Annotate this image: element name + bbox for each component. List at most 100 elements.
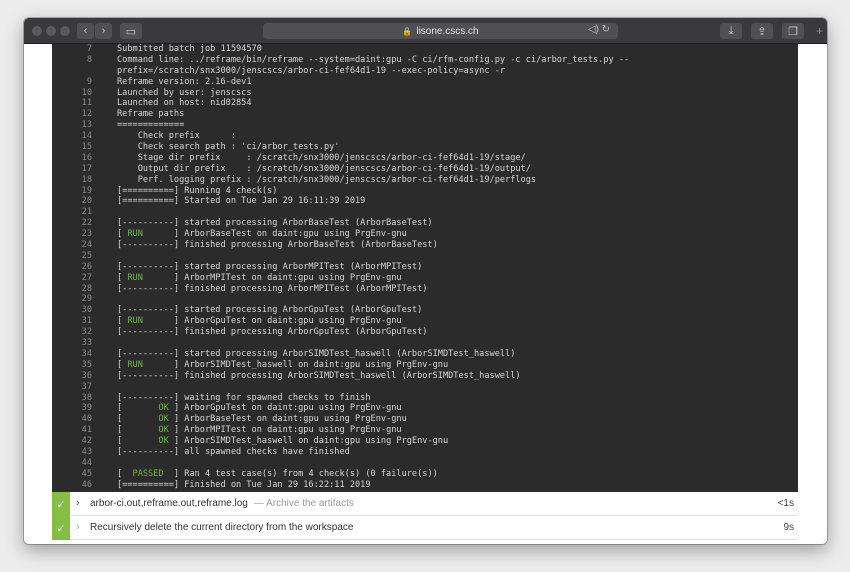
line-number: 8: [86, 54, 92, 65]
console-line: 11 Launched on host: nid02854: [52, 98, 798, 109]
step-delete-workspace[interactable]: ✓ › Recursively delete the current direc…: [52, 516, 798, 540]
forward-button[interactable]: ›: [95, 23, 112, 39]
console-text-part: [----------] finished processing ArborSI…: [117, 370, 521, 381]
console-text: prefix=/scratch/snx3000/jenscscs/arbor-c…: [117, 66, 505, 77]
line-number: 29: [81, 294, 92, 305]
step-archive-artifacts[interactable]: ✓ › arbor-ci.out,reframe.out,reframe.log…: [52, 492, 798, 516]
line-number: 24: [81, 240, 92, 251]
console-line: 20 [==========] Started on Tue Jan 29 16:…: [52, 196, 798, 207]
console-text-part: [: [117, 414, 159, 425]
console-line: 8 Command line: ../reframe/bin/reframe --…: [52, 55, 798, 66]
chevron-right-icon[interactable]: ›: [76, 521, 80, 533]
console-text: Reframe paths: [117, 109, 184, 120]
console-text-part: ] ArborGpuTest on daint:gpu using PrgEnv…: [168, 403, 402, 414]
line-number: 26: [81, 261, 92, 272]
console-text-part: [----------] started processing ArborGpu…: [117, 305, 423, 316]
console-text-part: Stage dir prefix : /scratch/snx3000/jens…: [117, 152, 526, 163]
new-tab-icon[interactable]: +: [816, 24, 823, 38]
close-window-icon[interactable]: [32, 26, 42, 36]
console-line: 23 [ RUN ] ArborBaseTest on daint:gpu usi…: [52, 229, 798, 240]
line-number: 30: [81, 305, 92, 316]
console-text-part: [: [117, 436, 159, 447]
console-line: 46 [==========] Finished on Tue Jan 29 16…: [52, 480, 798, 491]
lock-icon: 🔒: [402, 26, 413, 36]
console-text-part: [: [117, 359, 128, 370]
console-line: 24 [----------] finished processing Arbor…: [52, 240, 798, 251]
sidebar-toggle-icon[interactable]: ▭: [120, 23, 142, 39]
console-text-part: [: [117, 272, 128, 283]
console-line: 12 Reframe paths: [52, 109, 798, 120]
line-number: 22: [81, 218, 92, 229]
console-line: 10 Launched by user: jenscscs: [52, 88, 798, 99]
console-text: [ RUN ] ArborSIMDTest_haswell on daint:g…: [117, 360, 448, 371]
step-duration: 9s: [783, 522, 794, 533]
status-tag: OK: [158, 425, 169, 436]
line-number: 40: [81, 414, 92, 425]
console-text: [ OK ] ArborBaseTest on daint:gpu using …: [117, 414, 407, 425]
console-line: 45 [ PASSED ] Ran 4 test case(s) from 4 c…: [52, 469, 798, 480]
line-number: 31: [81, 316, 92, 327]
console-text-part: [----------] finished processing ArborMP…: [117, 283, 428, 294]
line-number: 7: [86, 44, 92, 54]
console-text: [----------] finished processing ArborSI…: [117, 371, 521, 382]
console-text-part: ] ArborBaseTest on daint:gpu using PrgEn…: [168, 414, 407, 425]
minimize-window-icon[interactable]: [46, 26, 56, 36]
console-line: 28 [----------] finished processing Arbor…: [52, 284, 798, 295]
console-line: 9 Reframe version: 2.16-dev1: [52, 77, 798, 88]
line-number: 34: [81, 348, 92, 359]
line-number: 44: [81, 457, 92, 468]
console-line: prefix=/scratch/snx3000/jenscscs/arbor-c…: [52, 66, 798, 77]
line-number: 19: [81, 185, 92, 196]
console-text: Launched by user: jenscscs: [117, 88, 252, 99]
console-text: Output dir prefix : /scratch/snx3000/jen…: [117, 164, 531, 175]
console-text: [----------] started processing ArborGpu…: [117, 305, 422, 316]
chevron-right-icon[interactable]: ›: [76, 497, 80, 509]
console-text-part: Launched on host: nid02854: [117, 98, 252, 109]
line-number: 43: [81, 446, 92, 457]
status-tag: OK: [158, 414, 169, 425]
status-tag: RUN: [127, 316, 143, 327]
console-line: 18 Perf. logging prefix : /scratch/snx30…: [52, 175, 798, 186]
console-text: [ RUN ] ArborBaseTest on daint:gpu using…: [117, 229, 407, 240]
line-number: 27: [81, 272, 92, 283]
console-text: [==========] Started on Tue Jan 29 16:11…: [117, 196, 365, 207]
console-text: Perf. logging prefix : /scratch/snx3000/…: [117, 175, 536, 186]
share-icon[interactable]: ⇪: [751, 23, 773, 39]
console-text: [----------] finished processing ArborMP…: [117, 284, 427, 295]
download-icon[interactable]: ⤓: [720, 23, 742, 39]
console-text-part: [----------] finished processing ArborBa…: [117, 240, 438, 251]
console-text: Stage dir prefix : /scratch/snx3000/jens…: [117, 153, 526, 164]
console-line: 44: [52, 458, 798, 469]
audio-reload-icons[interactable]: ◁) ↻: [588, 24, 610, 35]
console-text-part: [----------] started processing ArborBas…: [117, 218, 433, 229]
console-text-part: Launched by user: jenscscs: [117, 87, 252, 98]
address-bar[interactable]: 🔒 lisone.cscs.ch ◁) ↻: [263, 23, 618, 39]
console-line: 43 [----------] all spawned checks have f…: [52, 447, 798, 458]
url-text: lisone.cscs.ch: [416, 25, 479, 37]
console-line: 22 [----------] started processing ArborB…: [52, 218, 798, 229]
back-button[interactable]: ‹: [77, 23, 94, 39]
console-line: 30 [----------] started processing ArborG…: [52, 305, 798, 316]
console-text: [==========] Finished on Tue Jan 29 16:2…: [117, 480, 371, 491]
console-text-part: [: [117, 316, 128, 327]
console-text-part: Output dir prefix : /scratch/snx3000/jen…: [117, 163, 531, 174]
console-line: 16 Stage dir prefix : /scratch/snx3000/j…: [52, 153, 798, 164]
zoom-window-icon[interactable]: [60, 26, 70, 36]
line-number: 23: [81, 229, 92, 240]
console-text: [----------] started processing ArborSIM…: [117, 349, 515, 360]
console-text: Submitted batch job 11594570: [117, 44, 262, 55]
tab-overview-icon[interactable]: ❐: [782, 23, 804, 39]
line-number: 12: [81, 109, 92, 120]
console-line: 15 Check search path : 'ci/arbor_tests.p…: [52, 142, 798, 153]
line-number: 33: [81, 338, 92, 349]
console-text: [----------] started processing ArborBas…: [117, 218, 433, 229]
browser-window: ‹ › ▭ 🔒 lisone.cscs.ch ◁) ↻ ⤓ ⇪ ❐ + 7 Sub…: [24, 18, 827, 544]
console-text: Command line: ../reframe/bin/reframe --s…: [117, 55, 629, 66]
console-text: [ OK ] ArborGpuTest on daint:gpu using P…: [117, 403, 402, 414]
console-text-part: ] Ran 4 test case(s) from 4 check(s) (0 …: [163, 468, 438, 479]
console-text-part: [==========] Started on Tue Jan 29 16:11…: [117, 196, 366, 207]
console-text-part: [----------] started processing ArborSIM…: [117, 348, 516, 359]
pipeline-steps: ✓ › arbor-ci.out,reframe.out,reframe.log…: [52, 492, 798, 540]
console-line: 14 Check prefix :: [52, 131, 798, 142]
success-check-icon: ✓: [52, 492, 70, 516]
